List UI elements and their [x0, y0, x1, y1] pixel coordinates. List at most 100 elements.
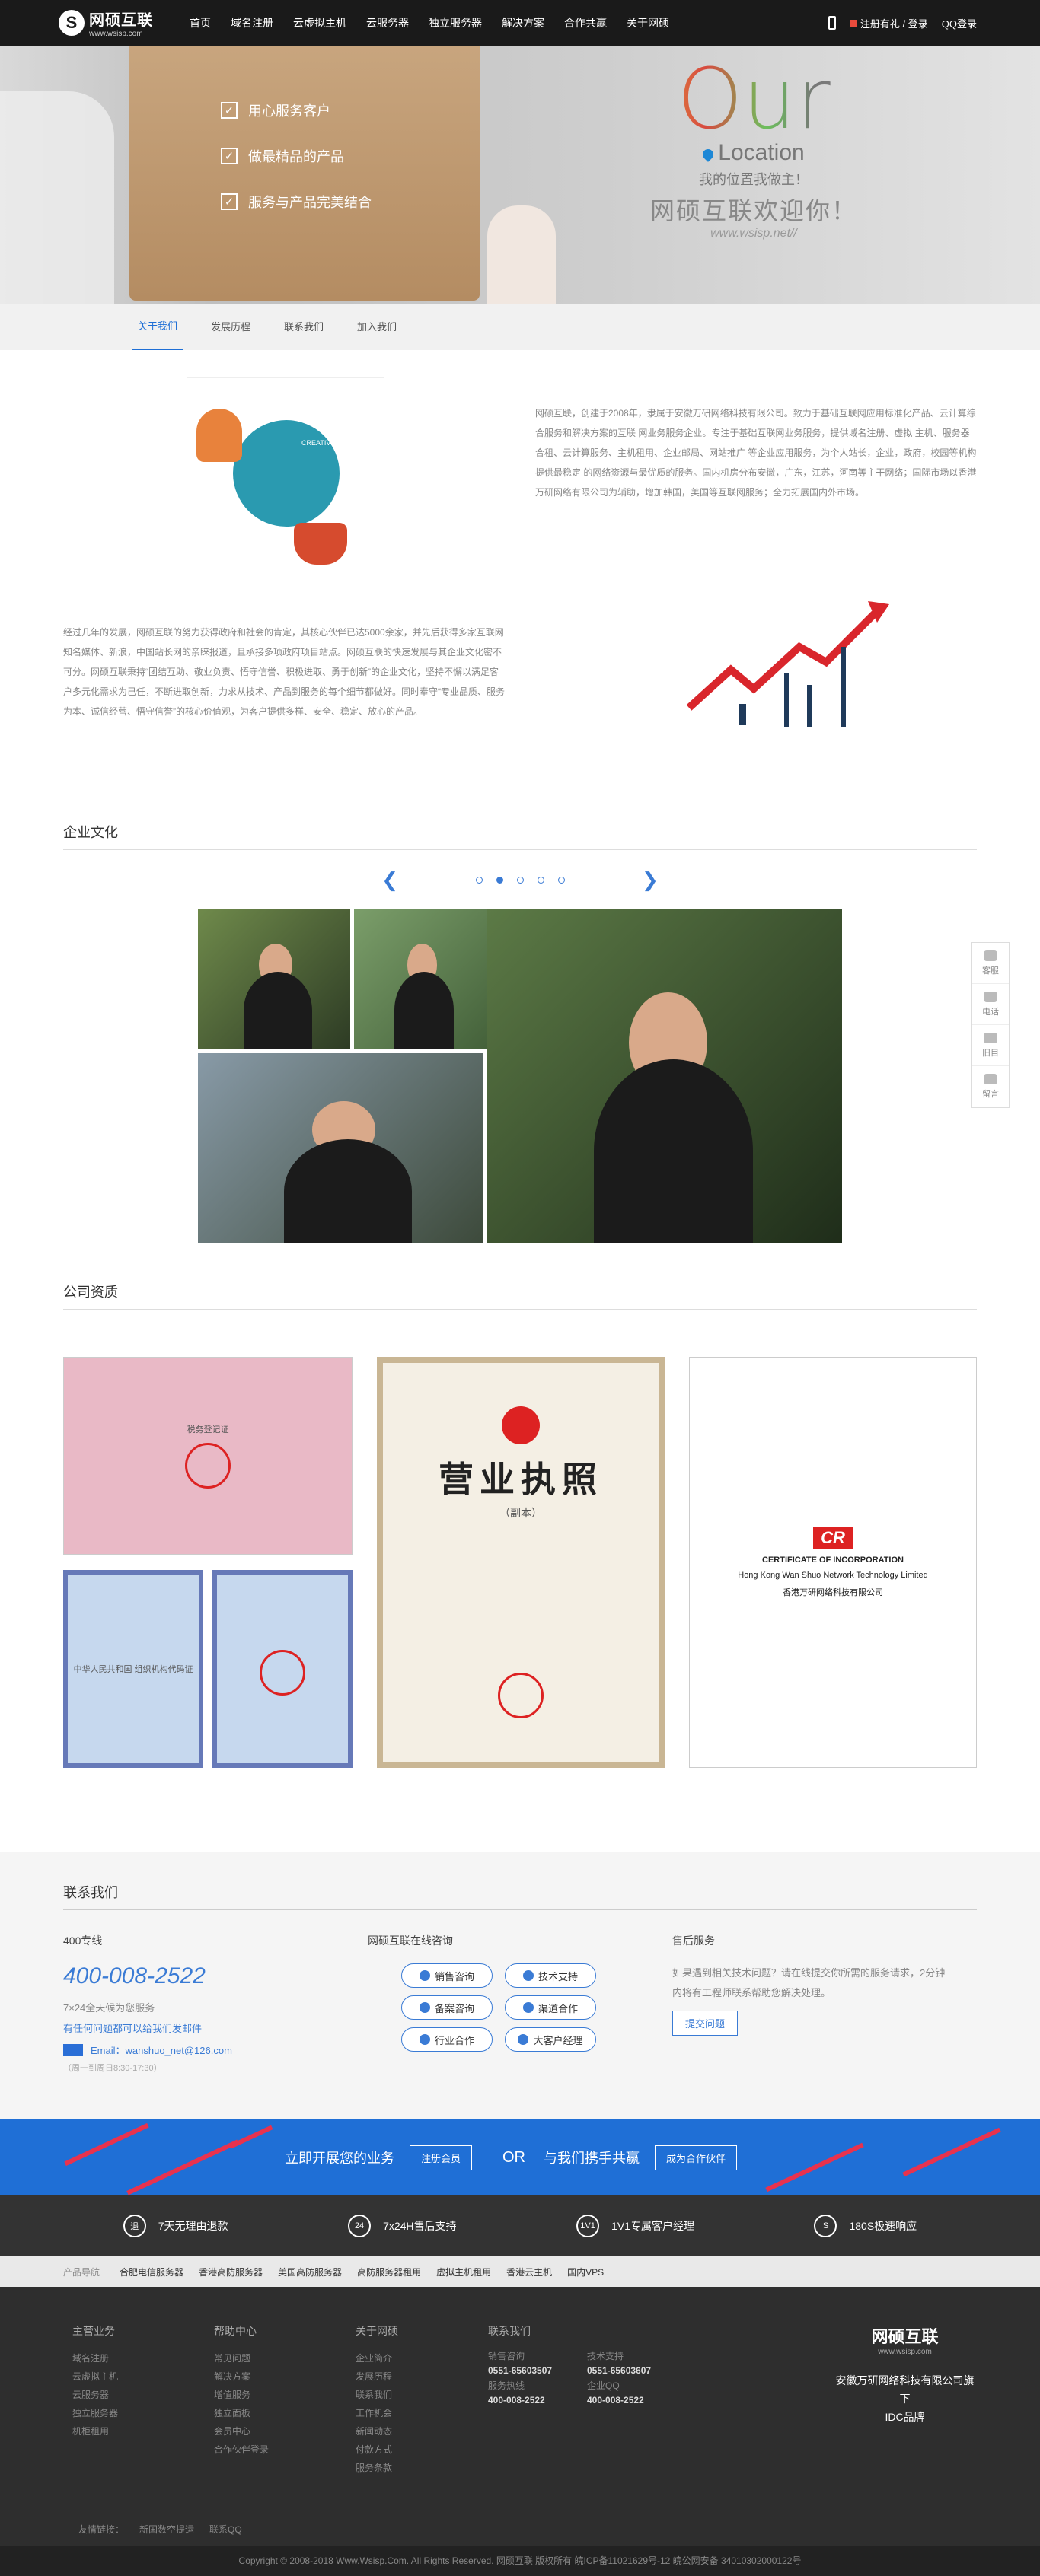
register-member-button[interactable]: 注册会员	[409, 2145, 472, 2170]
nav-partner[interactable]: 合作共赢	[564, 15, 607, 30]
nav-dedicated[interactable]: 独立服务器	[429, 15, 482, 30]
tax-certificate[interactable]: 税务登记证	[63, 1357, 353, 1555]
after-sales-text: 如果遇到相关技术问题？请在线提交你所需的服务请求，2分钟内将有工程师联系帮助您解…	[672, 1967, 946, 1998]
business-license[interactable]: 营业执照 （副本）	[377, 1357, 665, 1768]
product-link[interactable]: 合肥电信服务器	[120, 2266, 183, 2278]
submit-question-button[interactable]: 提交问题	[672, 2011, 739, 2036]
footer-link[interactable]: 常见问题	[214, 2349, 346, 2367]
banner-location: Location	[632, 140, 876, 166]
friend-links: 友情链接： 新国数空提运 联系QQ	[0, 2511, 1040, 2546]
product-link[interactable]: 虚拟主机租用	[436, 2266, 491, 2278]
footer-link[interactable]: 发展历程	[356, 2367, 488, 2386]
slider-dot[interactable]	[475, 877, 483, 884]
gift-icon	[849, 19, 857, 27]
slider-dot[interactable]	[557, 877, 565, 884]
footer-link[interactable]: 工作机会	[356, 2404, 488, 2422]
qualification-section: 公司资质 税务登记证 中华人民共和国 组织机构代码证 营业执照 （副本） CR …	[63, 1282, 977, 1821]
seal-icon	[498, 1673, 544, 1718]
nav-about[interactable]: 关于网硕	[627, 15, 669, 30]
subnav-join[interactable]: 加入我们	[351, 305, 403, 349]
product-link[interactable]: 美国高防服务器	[278, 2266, 342, 2278]
mobile-icon[interactable]	[828, 16, 836, 30]
key-account-button[interactable]: 大客户经理	[505, 2027, 596, 2052]
qq-icon	[419, 1970, 430, 1981]
slider-dot-active[interactable]	[496, 877, 503, 884]
hotline-number[interactable]: 400-008-2522	[63, 1963, 368, 1989]
nav-vhost[interactable]: 云虚拟主机	[293, 15, 346, 30]
org-code-certificate[interactable]: 中华人民共和国 组织机构代码证	[63, 1570, 203, 1768]
friend-link[interactable]: 联系QQ	[209, 2523, 242, 2536]
side-message-button[interactable]: 留言	[972, 1066, 1009, 1107]
side-top-button[interactable]: 旧目	[972, 1025, 1009, 1066]
logo-url: www.wsisp.com	[89, 30, 143, 38]
subnav-history[interactable]: 发展历程	[205, 305, 257, 349]
mail-suggest-link[interactable]: 有任何问题都可以给我们发邮件	[63, 2020, 368, 2035]
nav-solutions[interactable]: 解决方案	[502, 15, 544, 30]
product-nav-label: 产品导航	[63, 2266, 100, 2278]
promo-left-text: 立即开展您的业务	[284, 2151, 394, 2166]
side-service-button[interactable]: 客服	[972, 943, 1009, 984]
qualification-title: 公司资质	[63, 1282, 977, 1310]
footer-link[interactable]: 企业简介	[356, 2349, 488, 2367]
hk-incorporation-certificate[interactable]: CR CERTIFICATE OF INCORPORATION Hong Kon…	[689, 1357, 977, 1768]
intro-section: CREATIVE TEAM 网硕互联，创建于2008年，隶属于安徽万研网络科技有…	[0, 350, 1040, 575]
nav-cloud[interactable]: 云服务器	[366, 15, 409, 30]
product-link[interactable]: 香港云主机	[506, 2266, 552, 2278]
slider-dot[interactable]	[537, 877, 544, 884]
email-link[interactable]: Email：wanshuo_net@126.com	[63, 2043, 368, 2057]
side-phone-button[interactable]: 电话	[972, 984, 1009, 1025]
promo-right-text: 与我们携手共赢	[544, 2151, 640, 2166]
channel-partner-button[interactable]: 渠道合作	[505, 1995, 596, 2020]
org-code-certificate-copy[interactable]	[212, 1570, 353, 1768]
contact-title: 联系我们	[63, 1882, 977, 1910]
site-footer: 主营业务 域名注册 云虚拟主机 云服务器 独立服务器 机柜租用 帮助中心 常见问…	[0, 2287, 1040, 2511]
subnav-about[interactable]: 关于我们	[132, 304, 184, 350]
become-partner-button[interactable]: 成为合作伙伴	[655, 2145, 738, 2170]
footer-link[interactable]: 独立服务器	[72, 2404, 205, 2422]
site-logo[interactable]: S 网硕互联 www.wsisp.com	[59, 8, 153, 38]
footer-link[interactable]: 机柜租用	[72, 2422, 205, 2441]
team-photo-2	[354, 909, 487, 1049]
qq-icon	[419, 2034, 430, 2045]
qq-login-link[interactable]: QQ登录	[942, 16, 977, 30]
icp-consult-button[interactable]: 备案咨询	[401, 1995, 493, 2020]
nav-domain[interactable]: 域名注册	[231, 15, 273, 30]
prev-arrow-icon[interactable]: ❮	[381, 868, 398, 892]
mail-icon	[63, 2043, 83, 2056]
product-link[interactable]: 高防服务器租用	[357, 2266, 421, 2278]
seal-icon	[260, 1650, 305, 1696]
nav-home[interactable]: 首页	[190, 15, 211, 30]
banner-check-3: ✓ 服务与产品完美结合	[221, 192, 372, 212]
logo-icon: S	[59, 10, 85, 36]
footer-link[interactable]: 云虚拟主机	[72, 2367, 205, 2386]
sales-consult-button[interactable]: 销售咨询	[401, 1963, 493, 1988]
footer-link[interactable]: 付款方式	[356, 2441, 488, 2459]
footer-link[interactable]: 服务条款	[356, 2459, 488, 2477]
slider-dot[interactable]	[516, 877, 524, 884]
footer-link[interactable]: 合作伙伴登录	[214, 2441, 346, 2459]
footer-link[interactable]: 解决方案	[214, 2367, 346, 2386]
footer-link[interactable]: 增值服务	[214, 2386, 346, 2404]
register-link[interactable]: 注册有礼 / 登录	[849, 16, 928, 30]
story-text: 经过几年的发展，网硕互联的努力获得政府和社会的肯定，其核心伙伴已达5000余家，…	[63, 627, 506, 717]
friend-link[interactable]: 新国数空提运	[139, 2523, 194, 2536]
footer-link[interactable]: 云服务器	[72, 2386, 205, 2404]
footer-link[interactable]: 联系我们	[356, 2386, 488, 2404]
footer-link[interactable]: 域名注册	[72, 2349, 205, 2367]
subnav-contact[interactable]: 联系我们	[278, 305, 330, 349]
tech-support-button[interactable]: 技术支持	[505, 1963, 596, 1988]
footer-link[interactable]: 会员中心	[214, 2422, 346, 2441]
banner-slogan-3: www.wsisp.net//	[710, 227, 797, 240]
team-photo-3	[198, 1053, 483, 1243]
logo-name: 网硕互联	[89, 12, 153, 29]
product-link[interactable]: 香港高防服务器	[199, 2266, 263, 2278]
footer-link[interactable]: 新闻动态	[356, 2422, 488, 2441]
next-arrow-icon[interactable]: ❯	[642, 868, 659, 892]
footer-link[interactable]: 独立面板	[214, 2404, 346, 2422]
industry-partner-button[interactable]: 行业合作	[401, 2027, 493, 2052]
contact-section: 联系我们 400专线 400-008-2522 7×24全天候为您服务 有任何问…	[0, 1852, 1040, 2119]
message-icon	[984, 1073, 997, 1084]
product-link[interactable]: 国内VPS	[567, 2266, 604, 2278]
service-hours: 7×24全天候为您服务	[63, 2002, 155, 2014]
feature-refund: 退 7天无理由退款	[123, 2215, 228, 2237]
